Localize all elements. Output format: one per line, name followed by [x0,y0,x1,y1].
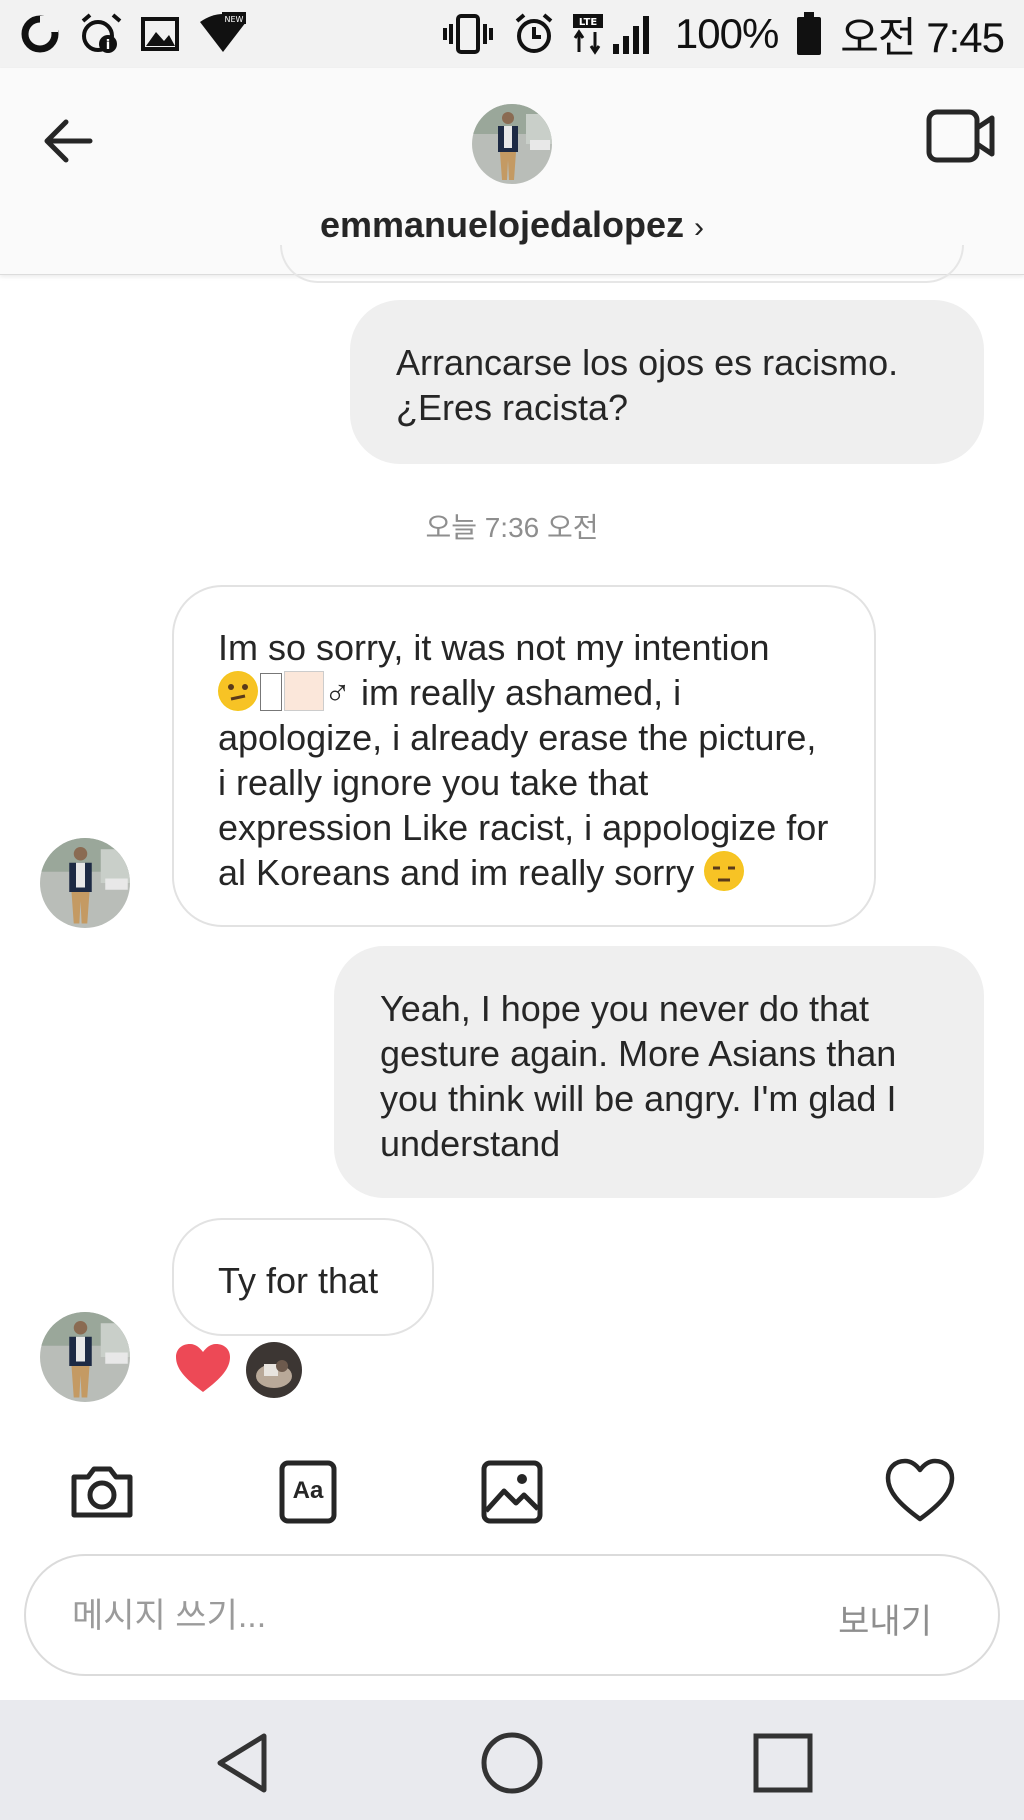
heart-icon [885,1458,955,1522]
text-format-button[interactable]: Aa [272,1455,344,1527]
sender-avatar[interactable] [40,838,130,928]
vibrate-icon [441,11,495,57]
camera-button[interactable] [66,1455,138,1527]
system-nav-bar [0,1700,1024,1820]
message-text: Ty for that [218,1260,379,1301]
header-avatar[interactable] [472,104,552,184]
text-format-label: Aa [292,1477,324,1504]
message-bubble-received[interactable]: Ty for that [172,1218,434,1336]
confused-face-icon [218,671,258,711]
clock: 오전 7:45 [840,13,1005,61]
battery-icon [796,11,822,57]
video-call-icon [926,109,995,163]
gallery-icon [481,1460,543,1524]
like-button[interactable] [884,1455,956,1527]
app-notification-icon [20,11,60,57]
back-button[interactable] [38,110,100,172]
sender-avatar[interactable] [40,1312,130,1402]
message-composer: 보내기 [24,1554,1000,1676]
nav-recents-button[interactable] [748,1728,818,1798]
send-button[interactable]: 보내기 [838,1594,932,1643]
message-bubble-sent[interactable]: Arrancarse los ojos es racismo. ¿Eres ra… [350,300,984,464]
nav-home-button[interactable] [477,1728,547,1798]
camera-icon [71,1466,133,1518]
header-username-link[interactable]: emmanuelojedalopez › [0,204,1024,246]
alarm-icon [513,11,555,57]
skin-tone-icon [284,671,324,711]
message-timestamp: 오늘 7:36 오전 [425,512,599,543]
heart-reaction-icon[interactable] [174,1342,232,1394]
square-recents-icon [753,1733,813,1793]
gallery-button[interactable] [476,1455,548,1527]
header-username: emmanuelojedalopez [319,204,685,245]
svg-text:LTE: LTE [579,17,598,28]
status-bar: i NEW LTE 100% 오전 7:45 [0,0,1024,68]
svg-text:NEW: NEW [225,15,244,24]
message-text-line2: ♂ im really ashamed, i [324,672,682,713]
message-bubble-received[interactable]: Im so sorry, it was not my intention ♂ i… [172,585,876,927]
chevron-right-icon: › [694,211,705,244]
partial-message-bubble [280,245,964,283]
image-icon [140,11,180,57]
alarm-info-icon: i [78,11,122,57]
chat-header: emmanuelojedalopez › [0,68,1024,275]
lte-signal-icon: LTE [572,11,657,57]
triangle-back-icon [217,1733,267,1793]
pensive-face-icon [704,851,745,891]
svg-text:i: i [106,38,110,53]
message-text: Yeah, I hope you never do that gesture a… [380,988,897,1164]
battery-percent: 100% [674,10,779,57]
arrow-left-icon [44,119,93,163]
wifi-new-icon: NEW [198,11,248,57]
message-text: Arrancarse los ojos es racismo. ¿Eres ra… [396,342,899,428]
message-input[interactable] [70,1584,774,1648]
message-bubble-sent[interactable]: Yeah, I hope you never do that gesture a… [334,946,984,1198]
missing-glyph-icon [260,673,282,711]
message-text-line1: Im so sorry, it was not my intention [218,627,770,668]
reactor-avatar [246,1342,302,1398]
video-call-button[interactable] [926,106,996,166]
circle-home-icon [481,1732,543,1794]
nav-back-button[interactable] [208,1728,278,1798]
